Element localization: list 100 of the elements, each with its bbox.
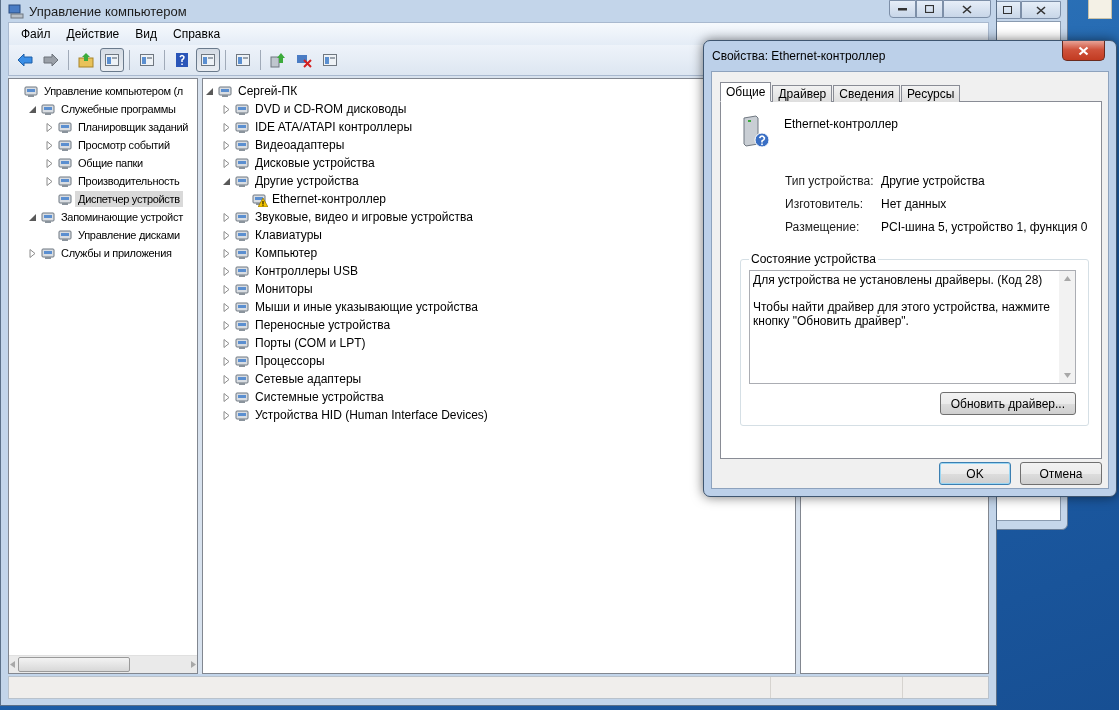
maximize-icon — [1002, 6, 1012, 14]
tree-item[interactable]: Устройства HID (Human Interface Devices) — [252, 406, 491, 424]
minimize-icon — [898, 7, 907, 11]
device-icon — [57, 155, 73, 171]
close-button[interactable] — [943, 0, 991, 18]
tab[interactable]: Общие — [720, 82, 772, 102]
expand-arrow-icon[interactable] — [222, 392, 232, 402]
tree-item[interactable]: Управление компьютером (л — [41, 83, 186, 99]
tree-item[interactable]: Клавиатуры — [252, 226, 325, 244]
expand-arrow-icon[interactable] — [45, 140, 54, 150]
tab[interactable]: Драйвер — [772, 85, 833, 102]
close-button[interactable] — [1062, 41, 1105, 61]
action-pane-icon — [200, 52, 216, 68]
device-icon — [234, 335, 251, 351]
scroll-right-icon[interactable] — [190, 661, 198, 668]
device-icon — [40, 101, 56, 117]
tree-item[interactable]: Управление дисками — [75, 227, 183, 243]
menu-item[interactable]: Файл — [13, 27, 59, 41]
tab[interactable]: Сведения — [833, 85, 901, 102]
expand-arrow-icon[interactable] — [45, 122, 54, 132]
collapse-arrow-icon[interactable] — [205, 86, 215, 96]
horizontal-scrollbar[interactable] — [9, 655, 198, 673]
maximize-button[interactable] — [916, 0, 943, 18]
tree-item[interactable]: Сергей-ПК — [235, 82, 301, 100]
device-icon — [234, 263, 251, 279]
menu-item[interactable]: Действие — [58, 27, 128, 41]
expand-arrow-icon[interactable] — [222, 356, 232, 366]
tree-item[interactable]: Ethernet-контроллер — [269, 190, 389, 208]
device-icon — [217, 83, 234, 99]
update-driver-button[interactable]: Обновить драйвер... — [939, 392, 1076, 415]
maximize-icon — [925, 5, 934, 13]
expand-arrow-icon[interactable] — [222, 338, 232, 348]
scroll-up-icon[interactable] — [1063, 275, 1071, 282]
collapse-arrow-icon[interactable] — [28, 212, 37, 222]
tree-item[interactable]: Мыши и иные указывающие устройства — [252, 298, 481, 316]
expand-arrow-icon[interactable] — [222, 140, 232, 150]
expand-arrow-icon[interactable] — [222, 374, 232, 384]
scroll-left-icon[interactable] — [9, 661, 16, 668]
device-icon — [40, 209, 56, 225]
tree-item[interactable]: Сетевые адаптеры — [252, 370, 365, 388]
property-value: Другие устройства — [881, 174, 986, 188]
expand-arrow-icon[interactable] — [222, 230, 232, 240]
device-icon — [234, 389, 251, 405]
menu-item[interactable]: Справка — [165, 27, 229, 41]
expand-arrow-icon[interactable] — [222, 158, 232, 168]
update-icon — [270, 52, 286, 68]
tree-item[interactable]: DVD и CD-ROM дисководы — [252, 100, 410, 118]
toolbar-button[interactable] — [100, 48, 124, 72]
tree-item[interactable]: IDE ATA/ATAPI контроллеры — [252, 118, 416, 136]
expand-arrow-icon[interactable] — [222, 122, 232, 132]
tab[interactable]: Ресурсы — [901, 85, 961, 102]
tree-item[interactable]: Диспетчер устройств — [75, 191, 183, 207]
tree-item[interactable]: Просмотр событий — [75, 137, 173, 153]
tree-item[interactable]: Службы и приложения — [58, 245, 175, 261]
expand-arrow-icon[interactable] — [222, 248, 232, 258]
device-icon — [234, 245, 251, 261]
desktop-file-icon[interactable] — [1088, 0, 1112, 19]
dialog-button[interactable]: OK — [939, 462, 1011, 485]
expand-arrow-icon[interactable] — [222, 302, 232, 312]
property-value: PCI-шина 5, устройство 1, функция 0 — [881, 220, 1089, 234]
tree-item[interactable]: Системные устройства — [252, 388, 387, 406]
tree-item[interactable]: Контроллеры USB — [252, 262, 361, 280]
tree-item[interactable]: Переносные устройства — [252, 316, 394, 334]
dialog-title: Свойства: Ethernet-контроллер — [712, 49, 886, 63]
expand-arrow-icon[interactable] — [222, 212, 232, 222]
tree-item[interactable]: Производительность — [75, 173, 183, 189]
tree-item[interactable]: Служебные программы — [58, 101, 179, 117]
dialog-button[interactable]: Отмена — [1020, 462, 1102, 485]
expand-arrow-icon[interactable] — [222, 284, 232, 294]
tree-item[interactable]: Запоминающие устройст — [58, 209, 186, 225]
tree-item[interactable]: Процессоры — [252, 352, 328, 370]
close-button[interactable] — [1021, 1, 1061, 19]
device-icon — [57, 119, 73, 135]
expand-arrow-icon[interactable] — [222, 410, 232, 420]
menu-item[interactable]: Вид — [127, 27, 165, 41]
expand-arrow-icon[interactable] — [45, 158, 54, 168]
device-icon — [234, 371, 251, 387]
expand-arrow-icon[interactable] — [222, 266, 232, 276]
expand-arrow-icon[interactable] — [28, 248, 37, 258]
device-icon — [234, 119, 251, 135]
expand-arrow-icon[interactable] — [222, 320, 232, 330]
expand-arrow-icon[interactable] — [45, 176, 54, 186]
tree-item[interactable]: Мониторы — [252, 280, 316, 298]
device-icon — [234, 281, 251, 297]
tree-item[interactable]: Порты (COM и LPT) — [252, 334, 369, 352]
computer-management-icon — [8, 3, 24, 19]
expand-arrow-icon[interactable] — [222, 104, 232, 114]
tree-item[interactable]: Компьютер — [252, 244, 321, 262]
tree-item[interactable]: Другие устройства — [252, 172, 362, 190]
tree-item[interactable]: Дисковые устройства — [252, 154, 378, 172]
toolbar-button[interactable] — [196, 48, 220, 72]
tree-item[interactable]: Планировщик заданий — [75, 119, 192, 135]
collapse-arrow-icon[interactable] — [222, 176, 232, 186]
scroll-down-icon[interactable] — [1063, 372, 1071, 379]
tree-item[interactable]: Общие папки — [75, 155, 146, 171]
close-icon — [962, 4, 972, 14]
minimize-button[interactable] — [889, 0, 916, 18]
tree-item[interactable]: Звуковые, видео и игровые устройства — [252, 208, 476, 226]
tree-item[interactable]: Видеоадаптеры — [252, 136, 348, 154]
collapse-arrow-icon[interactable] — [28, 104, 37, 114]
